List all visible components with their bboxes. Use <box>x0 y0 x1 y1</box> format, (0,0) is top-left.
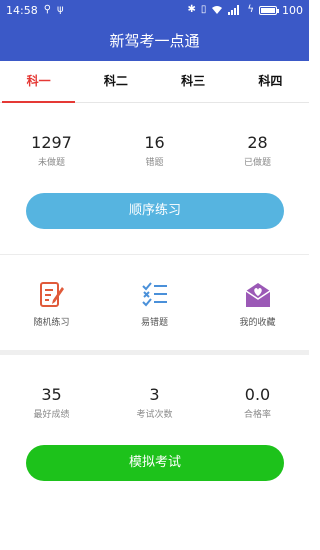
favorites-envelope-icon <box>245 283 270 307</box>
app-title: 新驾考一点通 <box>109 32 200 50</box>
charging-icon: ϟ <box>247 4 254 15</box>
tab-subject-1[interactable]: 科一 <box>0 61 77 103</box>
stat-best-score-value: 35 <box>41 385 62 404</box>
tab-subject-2[interactable]: 科二 <box>77 61 154 102</box>
stat-wrong: 16 错题 <box>103 133 206 168</box>
feature-favorites-label: 我的收藏 <box>239 318 276 328</box>
stat-answered: 28 已做题 <box>206 133 309 168</box>
feature-row: 随机练习 易错题 我的收藏 <box>0 280 309 328</box>
error-prone-list-icon <box>141 282 167 307</box>
feature-random-practice-label: 随机练习 <box>33 318 70 328</box>
subject-tabs: 科一 科二 科三 科四 <box>0 61 309 103</box>
stat-wrong-value: 16 <box>144 133 165 152</box>
feature-favorites[interactable]: 我的收藏 <box>206 280 309 328</box>
stat-best-score-label: 最好成绩 <box>33 410 70 420</box>
stat-pass-rate: 0.0 合格率 <box>206 385 309 420</box>
stat-exam-count: 3 考试次数 <box>103 385 206 420</box>
feature-random-practice[interactable]: 随机练习 <box>0 280 103 328</box>
random-practice-icon <box>39 282 64 307</box>
section-divider-thick <box>0 350 309 355</box>
stat-pass-rate-value: 0.0 <box>244 385 271 404</box>
battery-percent: 100 <box>282 3 303 17</box>
stat-exam-count-value: 3 <box>149 385 160 404</box>
sequential-practice-button[interactable]: 顺序练习 <box>26 193 284 229</box>
stat-pass-rate-label: 合格率 <box>243 410 271 420</box>
tab-subject-3[interactable]: 科三 <box>155 61 232 102</box>
section-divider <box>0 254 309 255</box>
battery-icon <box>259 5 279 15</box>
stat-exam-count-label: 考试次数 <box>136 410 173 420</box>
vibrate-icon: ▯ <box>200 4 207 15</box>
stat-answered-value: 28 <box>247 133 268 152</box>
practice-stats: 1297 未做题 16 错题 28 已做题 <box>0 133 309 168</box>
mock-exam-button[interactable]: 模拟考试 <box>26 445 284 481</box>
usb-debug-icon: ψ <box>57 4 64 15</box>
feature-error-prone[interactable]: 易错题 <box>103 280 206 328</box>
app-header: 14:58 ⚲ ψ ✱ ▯ ϟ 100 新驾考一点通 <box>0 0 309 61</box>
signal-icon <box>228 5 240 15</box>
usb-icon: ⚲ <box>43 4 52 15</box>
exam-stats: 35 最好成绩 3 考试次数 0.0 合格率 <box>0 385 309 420</box>
feature-error-prone-label: 易错题 <box>140 318 168 328</box>
stat-unanswered: 1297 未做题 <box>0 133 103 168</box>
stat-best-score: 35 最好成绩 <box>0 385 103 420</box>
stat-wrong-label: 错题 <box>145 158 164 168</box>
stat-unanswered-label: 未做题 <box>37 158 65 168</box>
tab-subject-4[interactable]: 科四 <box>232 61 309 102</box>
stat-unanswered-value: 1297 <box>31 133 72 152</box>
status-bar: 14:58 ⚲ ψ ✱ ▯ ϟ 100 <box>0 0 309 20</box>
wifi-icon <box>212 6 223 14</box>
bluetooth-icon: ✱ <box>187 4 196 15</box>
status-time: 14:58 <box>6 3 38 17</box>
stat-answered-label: 已做题 <box>243 158 271 168</box>
